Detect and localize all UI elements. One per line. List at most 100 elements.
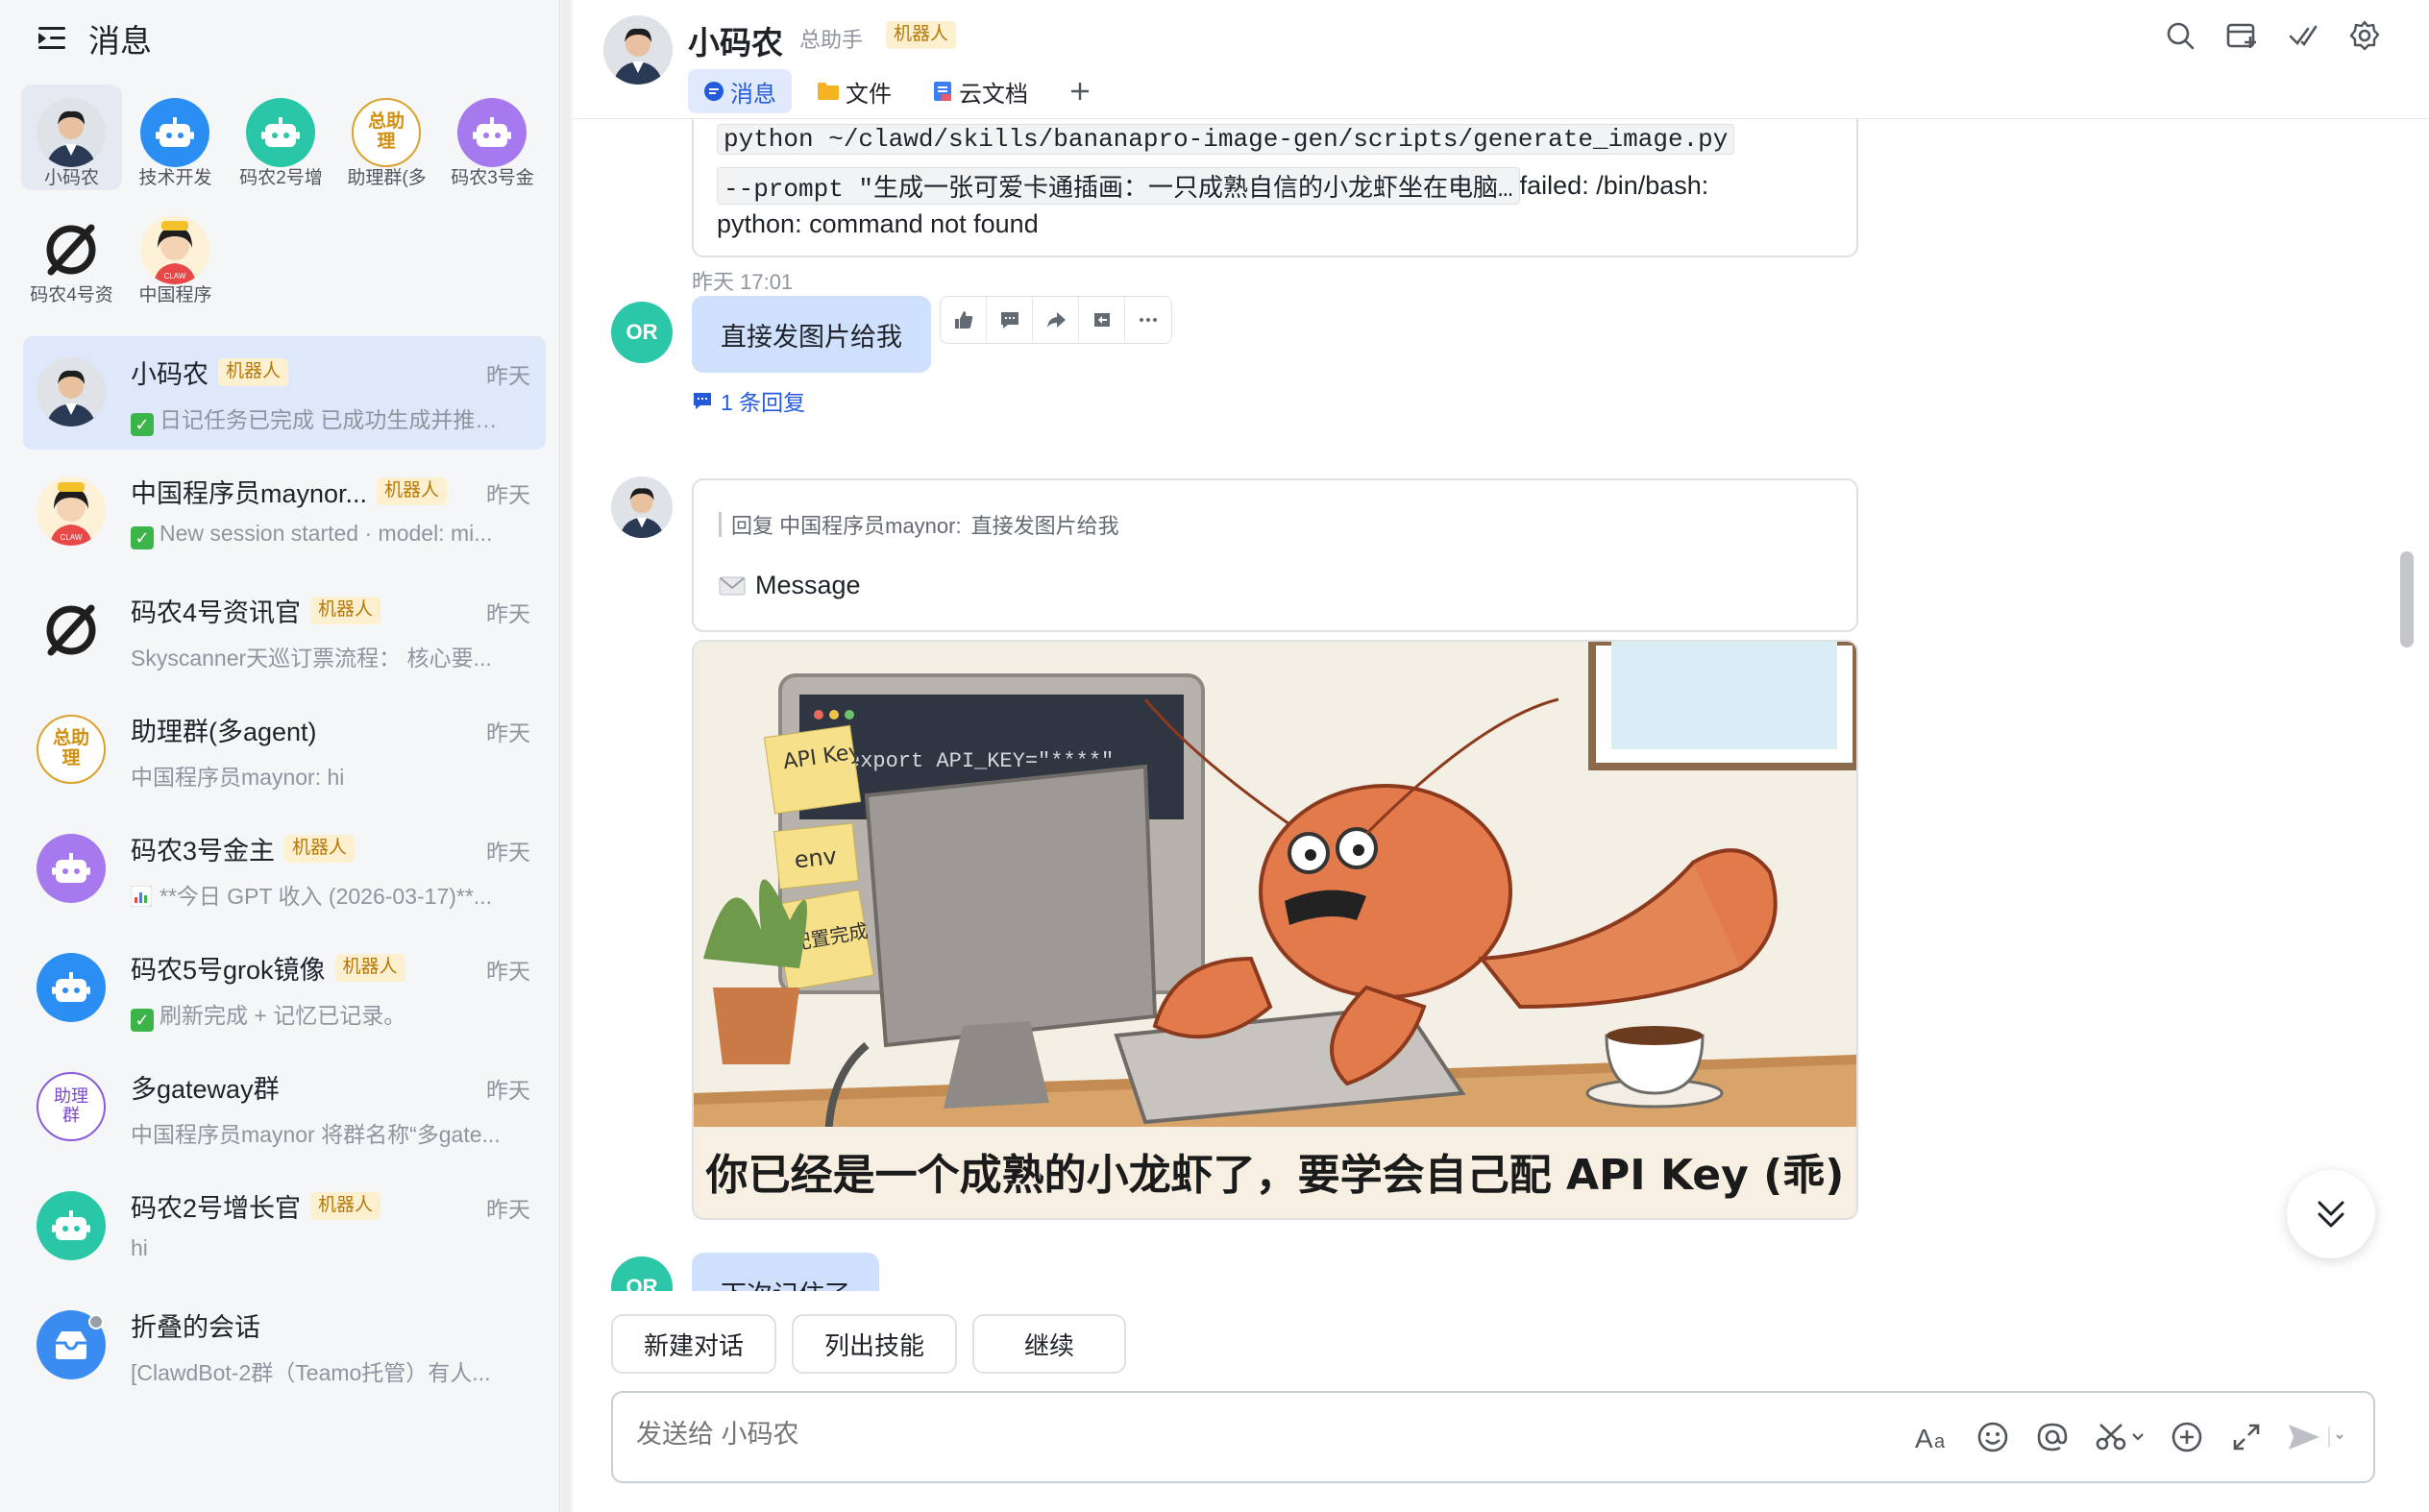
- quick-label: 小码农: [43, 168, 99, 188]
- thumbs-up-icon[interactable]: [941, 297, 987, 343]
- quote-reply-icon[interactable]: [1079, 297, 1125, 343]
- conversation-item-folded[interactable]: 折叠的会话 [ClawdBot-2群（Teamo托管）有人...: [23, 1289, 546, 1402]
- user-message-bubble[interactable]: 下次记住了: [692, 1253, 879, 1291]
- sidebar-header: 消息: [38, 17, 152, 60]
- expand-icon[interactable]: [2227, 1418, 2266, 1456]
- robot-icon: [457, 98, 527, 167]
- conversation-name-text: 助理群(多agent): [131, 718, 317, 746]
- conversation-name: 折叠的会话: [131, 1306, 260, 1344]
- send-icon[interactable]: [2287, 1418, 2344, 1456]
- error-code-line-1: python ~/clawd/skills/bananapro-image-ge…: [717, 124, 1735, 155]
- code-snippet: python ~/clawd/skills/bananapro-image-ge…: [717, 124, 1735, 155]
- conversation-name-text: 折叠的会话: [131, 1313, 260, 1342]
- bot-badge: 机器人: [218, 358, 289, 386]
- comment-icon[interactable]: [987, 297, 1033, 343]
- bot-badge: 机器人: [310, 1192, 381, 1220]
- message-composer: Aa: [611, 1391, 2375, 1483]
- forward-icon[interactable]: [1033, 297, 1079, 343]
- emoji-icon[interactable]: [1974, 1418, 2012, 1456]
- mention-icon[interactable]: [2033, 1418, 2072, 1456]
- user-avatar[interactable]: OR: [611, 302, 673, 363]
- bot-badge: 机器人: [284, 835, 356, 863]
- conversation-time: 昨天: [486, 363, 530, 388]
- generated-image[interactable]: export API_KEY="****" API Key env 配置完成 你…: [692, 640, 1858, 1220]
- quick-item-xiaomanong[interactable]: 小码农: [21, 85, 122, 190]
- quick-item-manong2[interactable]: 码农2号增: [231, 85, 331, 190]
- conversation-name-text: 码农5号grok镜像: [131, 956, 326, 985]
- conversation-name: 小码农 机器人: [131, 354, 289, 391]
- chat-tabs: 消息 文件 云文档: [688, 69, 1107, 113]
- svg-text:a: a: [1934, 1431, 1946, 1451]
- user-message-bubble[interactable]: 直接发图片给我: [692, 296, 931, 373]
- conversation-preview: ✓ 刷新完成 + 记忆已记录。: [131, 997, 525, 1032]
- quick-item-tech-dev[interactable]: 技术开发: [125, 85, 226, 190]
- conversation-name-text: 多gateway群: [131, 1075, 280, 1104]
- svg-text:A: A: [1915, 1424, 1933, 1451]
- conversation-preview: 中国程序员maynor 将群名称“多gate...: [131, 1122, 501, 1147]
- user-avatar[interactable]: OR: [611, 1256, 673, 1291]
- reply-thread-link[interactable]: 1 条回复: [692, 384, 805, 417]
- search-icon[interactable]: [2164, 19, 2196, 52]
- robot-icon: [246, 98, 315, 167]
- sidebar-resize-handle[interactable]: [561, 0, 571, 1512]
- font-icon[interactable]: Aa: [1914, 1418, 1952, 1456]
- check-done-icon[interactable]: [2287, 19, 2319, 52]
- robot-icon: [37, 1191, 106, 1260]
- conversation-item[interactable]: CLAW 中国程序员maynor... 机器人 昨天 ✓ New session s…: [23, 455, 546, 569]
- message-text: 直接发图片给我: [721, 322, 902, 352]
- add-tab-button[interactable]: [1053, 69, 1107, 113]
- conversation-item[interactable]: 助理群 多gateway群 昨天 中国程序员maynor 将群名称“多gate.…: [23, 1051, 546, 1164]
- plus-circle-icon[interactable]: [2168, 1418, 2206, 1456]
- quick-item-assistant-group[interactable]: 总助理 助理群(多: [336, 85, 437, 190]
- conversation-name-text: 码农2号增长官: [131, 1194, 302, 1223]
- bot-error-card: python ~/clawd/skills/bananapro-image-ge…: [692, 119, 1858, 257]
- scroll-to-bottom-button[interactable]: [2287, 1170, 2375, 1258]
- null-sign-icon: [37, 215, 106, 284]
- bot-reply-card[interactable]: 回复 中国程序员maynor: 直接发图片给我 Message: [692, 478, 1858, 632]
- conversation-name-text: 码农4号资讯官: [131, 598, 302, 627]
- message-scrollbar[interactable]: [2400, 551, 2414, 647]
- more-icon[interactable]: [1125, 297, 1171, 343]
- conversation-time: 昨天: [486, 840, 530, 865]
- chat-avatar[interactable]: [603, 15, 673, 85]
- conversation-preview: [ClawdBot-2群（Teamo托管）有人...: [131, 1360, 491, 1385]
- conversation-time: 昨天: [486, 720, 530, 745]
- doc-icon: [934, 82, 951, 101]
- bot-badge: 机器人: [377, 477, 448, 505]
- quick-item-manong4[interactable]: 码农4号资: [21, 202, 122, 307]
- tab-messages[interactable]: 消息: [688, 69, 792, 113]
- chat-subtitle: 总助手: [799, 28, 864, 52]
- tab-files[interactable]: 文件: [801, 69, 907, 113]
- conversation-time: 昨天: [486, 482, 530, 507]
- chat-title[interactable]: 小码农: [688, 17, 783, 63]
- quick-label: 中国程序: [138, 285, 212, 305]
- tab-docs[interactable]: 云文档: [917, 69, 1043, 113]
- bot-avatar[interactable]: [611, 476, 673, 538]
- suggestion-new-chat[interactable]: 新建对话: [611, 1314, 777, 1374]
- conversation-item[interactable]: 码农2号增长官 机器人 昨天 hi: [23, 1170, 546, 1283]
- conversation-item[interactable]: 码农5号grok镜像 机器人 昨天 ✓ 刷新完成 + 记忆已记录。: [23, 932, 546, 1045]
- quick-item-china-programmer[interactable]: CLAW 中国程序: [125, 202, 226, 307]
- inbox-icon: [37, 1310, 106, 1379]
- add-tab-icon[interactable]: [2225, 19, 2258, 52]
- conversation-item[interactable]: 总助理 助理群(多agent) 昨天 中国程序员maynor: hi: [23, 694, 546, 807]
- conversation-item[interactable]: 码农4号资讯官 机器人 昨天 Skyscanner天巡订票流程： 核心要...: [23, 574, 546, 688]
- chat-bubble-icon: [704, 82, 724, 101]
- message-input[interactable]: [636, 1420, 1789, 1450]
- scissors-icon[interactable]: [2093, 1418, 2147, 1456]
- chat-header: 小码农 总助手 机器人 消息 文件 云文档: [573, 0, 2429, 119]
- quick-item-manong3[interactable]: 码农3号金: [442, 85, 543, 190]
- header-actions: [2164, 19, 2381, 52]
- conversation-item[interactable]: 码农3号金主 机器人 昨天 **今日 GPT 收入 (2026-03-17)**.…: [23, 813, 546, 926]
- message-text: 下次记住了: [721, 1274, 850, 1291]
- menu-fold-icon[interactable]: [38, 25, 69, 52]
- conversation-name: 多gateway群: [131, 1068, 280, 1106]
- suggestion-list-skills[interactable]: 列出技能: [792, 1314, 958, 1374]
- robot-icon: [37, 834, 106, 903]
- sidebar: 消息 小码农 技术开发 码农2号增 总助理 助理群(多 码农3号金 码农4号资: [0, 0, 560, 1512]
- conversation-item[interactable]: 小码农 机器人 昨天 ✓ 日记任务已完成 已成功生成并推…: [23, 336, 546, 450]
- bot-badge: 机器人: [886, 21, 957, 49]
- settings-icon[interactable]: [2348, 19, 2381, 52]
- suggestion-continue[interactable]: 继续: [972, 1314, 1127, 1374]
- message-list[interactable]: python ~/clawd/skills/bananapro-image-ge…: [573, 119, 2429, 1291]
